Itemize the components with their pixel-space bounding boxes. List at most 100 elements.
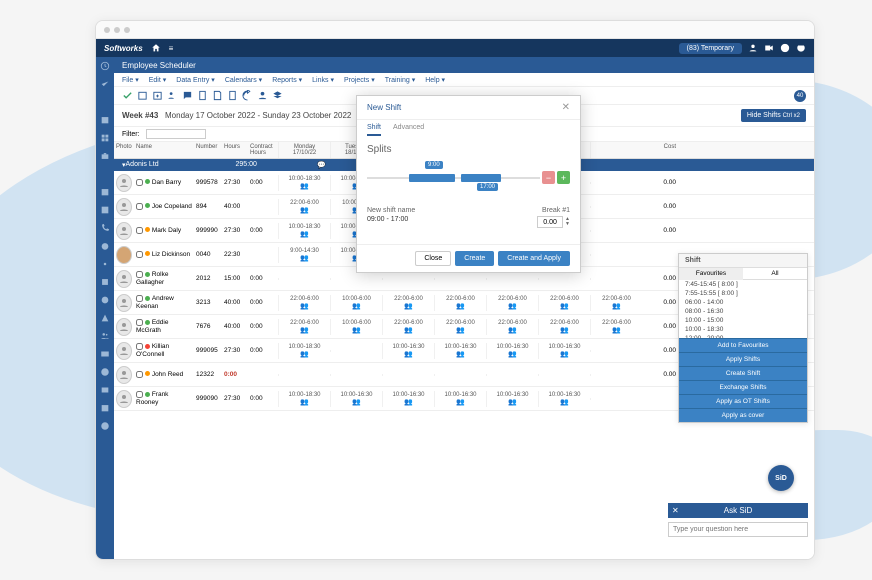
shift-tab-favourites[interactable]: Favourites (679, 268, 743, 280)
save2-icon[interactable] (212, 90, 223, 101)
shift-tab-all[interactable]: All (743, 268, 807, 280)
refresh-icon[interactable] (242, 90, 253, 101)
modal-close-icon[interactable]: ✕ (562, 102, 570, 113)
header-hours[interactable]: Hours (222, 142, 248, 158)
create-apply-button[interactable]: Create and Apply (498, 251, 570, 266)
calendar-icon[interactable] (137, 90, 148, 101)
row-checkbox[interactable] (136, 179, 143, 186)
row-checkbox[interactable] (136, 227, 143, 234)
header-cost[interactable]: Cost (642, 142, 678, 158)
sidebar-more5-icon[interactable] (100, 385, 110, 395)
split-label-start[interactable]: 9:00 (425, 161, 443, 169)
sidebar-list-icon[interactable] (100, 97, 110, 107)
sidebar-calendar2-icon[interactable] (100, 187, 110, 197)
shift-action-button[interactable]: Apply as cover (679, 408, 807, 422)
tab-shift[interactable]: Shift (367, 124, 381, 136)
sid-input[interactable] (668, 522, 808, 537)
menu-training[interactable]: Training ▾ (385, 76, 416, 84)
sidebar-chart-icon[interactable] (100, 169, 110, 179)
sidebar-mail-icon[interactable] (100, 349, 110, 359)
shift-list-item[interactable]: 10:00 - 18:30 (679, 325, 807, 334)
add-split-button[interactable]: + (557, 171, 570, 184)
shift-list-item[interactable]: 7:55-15:55 [ 8:00 ] (679, 289, 807, 298)
shift-action-button[interactable]: Apply Shifts (679, 352, 807, 366)
sidebar-check-icon[interactable] (100, 79, 110, 89)
sid-badge[interactable]: SiD (768, 465, 794, 491)
people-icon[interactable] (167, 90, 178, 101)
chat-icon[interactable] (182, 90, 193, 101)
menu-reports[interactable]: Reports ▾ (272, 76, 302, 84)
menu-projects[interactable]: Projects ▾ (344, 76, 375, 84)
info-icon[interactable] (780, 43, 790, 53)
shift-action-button[interactable]: Create Shift (679, 366, 807, 380)
sidebar-grid-icon[interactable] (100, 133, 110, 143)
shift-list-item[interactable]: 10:00 - 15:00 (679, 316, 807, 325)
menu-file[interactable]: File ▾ (122, 76, 139, 84)
create-button[interactable]: Create (455, 251, 494, 266)
split-label-end[interactable]: 17:00 (477, 183, 498, 191)
layers-icon[interactable] (272, 90, 283, 101)
sidebar-more1-icon[interactable] (100, 277, 110, 287)
menu-calendars[interactable]: Calendars ▾ (225, 76, 262, 84)
sidebar-calendar-icon[interactable] (100, 115, 110, 125)
row-checkbox[interactable] (136, 295, 143, 302)
sidebar-more2-icon[interactable] (100, 295, 110, 305)
sidebar-box-icon[interactable] (100, 205, 110, 215)
sidebar-more6-icon[interactable] (100, 403, 110, 413)
person-icon[interactable] (257, 90, 268, 101)
sidebar-more3-icon[interactable] (100, 313, 110, 323)
power-icon[interactable] (796, 43, 806, 53)
sidebar-gear-icon[interactable] (100, 259, 110, 269)
header-monday[interactable]: Monday17/10/22 (278, 142, 330, 158)
shift-name-value[interactable]: 09:00 - 17:00 (367, 216, 465, 223)
menu-dataentry[interactable]: Data Entry ▾ (176, 76, 215, 84)
row-checkbox[interactable] (136, 343, 143, 350)
close-button[interactable]: Close (415, 251, 451, 266)
page-icon[interactable] (197, 90, 208, 101)
shift-list-item[interactable]: 7:45-15:45 [ 8:00 ] (679, 280, 807, 289)
sidebar-briefcase-icon[interactable] (100, 151, 110, 161)
header-name[interactable]: Name (134, 142, 194, 158)
employee-hours: 27:30 (222, 177, 248, 188)
user-switch-icon[interactable] (748, 43, 758, 53)
shift-action-button[interactable]: Add to Favourites (679, 338, 807, 352)
filter-input[interactable] (146, 129, 206, 139)
sidebar-phone-icon[interactable] (100, 223, 110, 233)
context-switcher[interactable]: (83) Temporary (679, 43, 742, 54)
break-stepper[interactable]: ▲▼ (565, 217, 570, 227)
shift-list-item[interactable]: 06:00 - 14:00 (679, 298, 807, 307)
video-icon[interactable] (764, 43, 774, 53)
home-icon[interactable] (151, 43, 161, 53)
sid-title: ✕ Ask SiD (668, 503, 808, 518)
header-number[interactable]: Number (194, 142, 222, 158)
menu-edit[interactable]: Edit ▾ (149, 76, 167, 84)
break-input[interactable] (537, 216, 563, 228)
row-checkbox[interactable] (136, 391, 143, 398)
menu-help[interactable]: Help ▾ (425, 76, 445, 84)
shift-action-button[interactable]: Apply as OT Shifts (679, 394, 807, 408)
row-checkbox[interactable] (136, 371, 143, 378)
row-checkbox[interactable] (136, 271, 143, 278)
header-contract[interactable]: Contract Hours (248, 142, 278, 158)
tab-advanced[interactable]: Advanced (393, 124, 424, 136)
sidebar-more7-icon[interactable] (100, 421, 110, 431)
remove-split-button[interactable]: − (542, 171, 555, 184)
calendar-plus-icon[interactable] (152, 90, 163, 101)
row-checkbox[interactable] (136, 203, 143, 210)
row-checkbox[interactable] (136, 251, 143, 258)
sidebar-timer-icon[interactable] (100, 241, 110, 251)
hide-shifts-button[interactable]: Hide Shifts Ctrl x2 (741, 109, 806, 122)
save-icon[interactable] (122, 90, 133, 101)
shift-list-item[interactable]: 08:00 - 16:30 (679, 307, 807, 316)
sidebar-clock-icon[interactable] (100, 61, 110, 71)
menu-links[interactable]: Links ▾ (312, 76, 334, 84)
splits-timeline[interactable]: 9:00 17:00 − + (367, 163, 570, 193)
row-checkbox[interactable] (136, 319, 143, 326)
sidebar-people-icon[interactable] (100, 331, 110, 341)
menu-icon[interactable]: ≡ (169, 44, 174, 53)
sidebar-more4-icon[interactable] (100, 367, 110, 377)
sid-close-icon[interactable]: ✕ (672, 506, 679, 515)
shift-action-button[interactable]: Exchange Shifts (679, 380, 807, 394)
count-badge[interactable]: 40 (794, 90, 806, 102)
page2-icon[interactable] (227, 90, 238, 101)
